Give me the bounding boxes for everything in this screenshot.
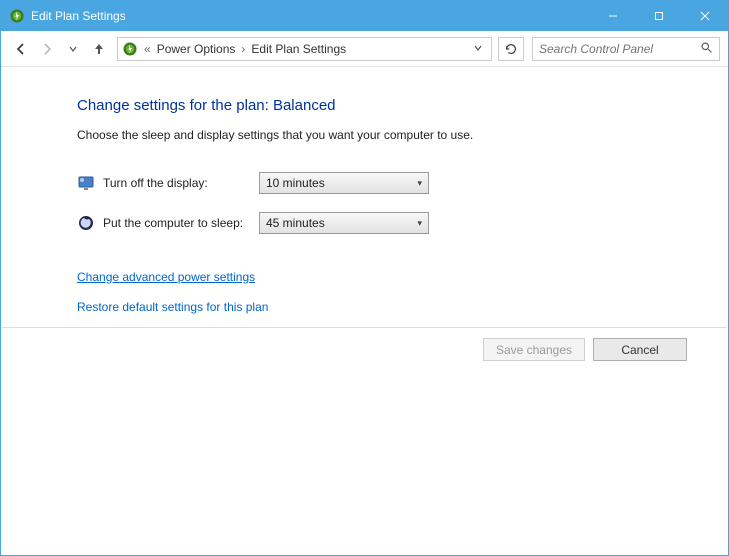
advanced-settings-link[interactable]: Change advanced power settings: [77, 270, 255, 284]
breadcrumb-item[interactable]: Edit Plan Settings: [251, 42, 346, 56]
breadcrumb-item[interactable]: Power Options: [157, 42, 236, 56]
minimize-button[interactable]: [590, 1, 636, 31]
search-icon[interactable]: [700, 41, 713, 57]
chevron-right-icon[interactable]: ›: [239, 42, 247, 56]
power-options-icon: [9, 8, 25, 24]
chevron-down-icon: ▾: [417, 178, 422, 189]
sleep-timeout-dropdown[interactable]: 45 minutes ▾: [259, 212, 429, 234]
sleep-timeout-row: Put the computer to sleep: 45 minutes ▾: [77, 212, 718, 234]
restore-defaults-link[interactable]: Restore default settings for this plan: [77, 300, 268, 314]
cancel-button[interactable]: Cancel: [593, 338, 687, 361]
nav-row: « Power Options › Edit Plan Settings: [1, 31, 728, 67]
address-expand-button[interactable]: [469, 42, 487, 56]
titlebar: Edit Plan Settings: [1, 1, 728, 31]
chevron-left-icon[interactable]: «: [142, 42, 153, 56]
address-bar[interactable]: « Power Options › Edit Plan Settings: [117, 37, 492, 61]
page-description: Choose the sleep and display settings th…: [77, 128, 718, 142]
search-input[interactable]: [539, 42, 696, 56]
power-options-icon: [122, 41, 138, 57]
page-title: Change settings for the plan: Balanced: [77, 97, 718, 114]
display-timeout-dropdown[interactable]: 10 minutes ▾: [259, 172, 429, 194]
maximize-button[interactable]: [636, 1, 682, 31]
chevron-down-icon: ▾: [417, 218, 422, 229]
button-bar: Save changes Cancel: [2, 327, 727, 371]
close-button[interactable]: [682, 1, 728, 31]
content-area: Change settings for the plan: Balanced C…: [1, 67, 728, 354]
recent-locations-button[interactable]: [61, 37, 85, 61]
search-box[interactable]: [532, 37, 720, 61]
window-title: Edit Plan Settings: [31, 9, 126, 23]
forward-button[interactable]: [35, 37, 59, 61]
display-timeout-value: 10 minutes: [266, 176, 325, 190]
display-timeout-label: Turn off the display:: [103, 176, 251, 190]
sleep-timeout-label: Put the computer to sleep:: [103, 216, 251, 230]
save-button[interactable]: Save changes: [483, 338, 585, 361]
sleep-icon: [77, 214, 95, 232]
refresh-button[interactable]: [498, 37, 524, 61]
display-timeout-row: Turn off the display: 10 minutes ▾: [77, 172, 718, 194]
back-button[interactable]: [9, 37, 33, 61]
sleep-timeout-value: 45 minutes: [266, 216, 325, 230]
display-icon: [77, 174, 95, 192]
up-button[interactable]: [87, 37, 111, 61]
